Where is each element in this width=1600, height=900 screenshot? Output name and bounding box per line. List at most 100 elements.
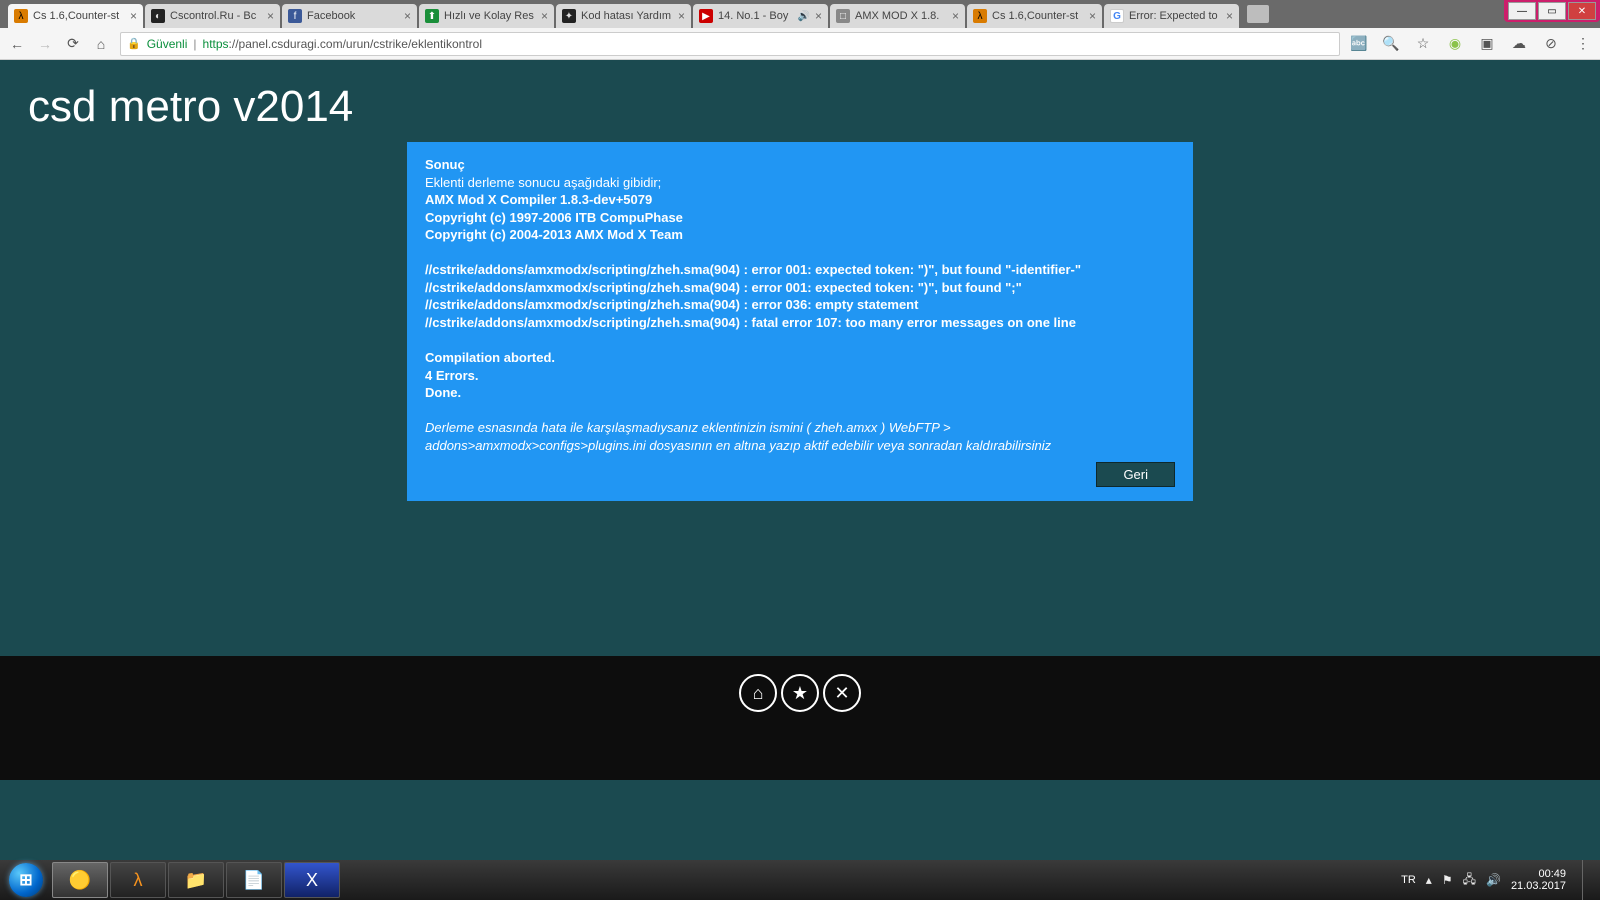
tray-volume-icon[interactable]: 🔊 [1486, 873, 1501, 887]
favicon-icon: λ [973, 9, 987, 23]
taskbar-app-amx[interactable]: X [284, 862, 340, 898]
tab-label: Kod hatası Yardım [581, 10, 673, 22]
browser-tab-strip: λ Cs 1.6,Counter-st × ◐ Cscontrol.Ru - B… [0, 0, 1600, 28]
bookmark-icon[interactable]: ☆ [1414, 35, 1432, 52]
lock-icon: 🔒 [127, 37, 141, 50]
back-icon[interactable]: ← [8, 36, 26, 52]
compile-error-line: //cstrike/addons/amxmodx/scripting/zheh.… [425, 261, 1175, 279]
new-tab-button[interactable] [1247, 5, 1269, 23]
windows-taskbar: ⊞ 🟡 λ 📁 📄 X TR ▴ ⚑ 🖧 🔊 00:49 21.03.2017 [0, 860, 1600, 900]
taskbar-app-halflife[interactable]: λ [110, 862, 166, 898]
favicon-icon: G [1110, 9, 1124, 23]
reload-icon[interactable]: ⟳ [64, 35, 82, 52]
page-footer: ⌂ ★ ✕ [0, 656, 1600, 780]
compile-done: Done. [425, 384, 1175, 402]
tab-close-icon[interactable]: × [1226, 9, 1233, 23]
extension-icon[interactable]: ◉ [1446, 35, 1464, 52]
tray-chevron-icon[interactable]: ▴ [1426, 873, 1432, 887]
home-icon[interactable]: ⌂ [92, 36, 110, 52]
tab-label: Cs 1.6,Counter-st [992, 10, 1084, 22]
compiler-version: AMX Mod X Compiler 1.8.3-dev+5079 [425, 191, 1175, 209]
tab-close-icon[interactable]: × [815, 9, 822, 23]
forward-icon: → [36, 36, 54, 52]
audio-icon[interactable]: 🔊 [798, 11, 810, 22]
tab-label: Error: Expected to [1129, 10, 1221, 22]
browser-tab[interactable]: ✦ Kod hatası Yardım × [556, 4, 691, 28]
favicon-icon: ✦ [562, 9, 576, 23]
tab-close-icon[interactable]: × [267, 9, 274, 23]
close-button[interactable]: ✕ [1568, 2, 1596, 20]
page-title: csd metro v2014 [0, 60, 1600, 142]
clock-time[interactable]: 00:49 [1538, 868, 1566, 880]
compile-aborted: Compilation aborted. [425, 349, 1175, 367]
copyright-line: Copyright (c) 1997-2006 ITB CompuPhase [425, 209, 1175, 227]
result-card: Sonuç Eklenti derleme sonucu aşağıdaki g… [407, 142, 1193, 501]
back-button[interactable]: Geri [1096, 462, 1175, 487]
error-count: 4 Errors. [425, 367, 1175, 385]
compile-error-line: //cstrike/addons/amxmodx/scripting/zheh.… [425, 314, 1175, 332]
favicon-icon: ▶ [699, 9, 713, 23]
secure-label: Güvenli [147, 37, 188, 51]
address-bar[interactable]: 🔒 Güvenli | https://panel.csduragi.com/u… [120, 32, 1340, 56]
tab-close-icon[interactable]: × [952, 9, 959, 23]
extension-icon[interactable]: ☁ [1510, 35, 1528, 52]
browser-tab[interactable]: ▶ 14. No.1 - Boy 🔊 × [693, 4, 828, 28]
favicon-icon: □ [836, 9, 850, 23]
copyright-line: Copyright (c) 2004-2013 AMX Mod X Team [425, 226, 1175, 244]
url-path: ://panel.csduragi.com/urun/cstrike/eklen… [229, 37, 482, 51]
clock-date[interactable]: 21.03.2017 [1511, 880, 1566, 892]
translate-icon[interactable]: 🔤 [1350, 35, 1368, 52]
url-separator: | [193, 37, 196, 51]
extension-icon[interactable]: ⊘ [1542, 35, 1560, 52]
browser-tab[interactable]: λ Cs 1.6,Counter-st × [967, 4, 1102, 28]
taskbar-app-notepad[interactable]: 📄 [226, 862, 282, 898]
compile-error-line: //cstrike/addons/amxmodx/scripting/zheh.… [425, 296, 1175, 314]
tab-close-icon[interactable]: × [1089, 9, 1096, 23]
window-controls: — ▭ ✕ [1504, 0, 1600, 22]
start-button[interactable]: ⊞ [2, 860, 50, 900]
footnote-text: Derleme esnasında hata ile karşılaşmadıy… [425, 419, 1175, 454]
url-scheme: https [203, 37, 229, 51]
language-indicator[interactable]: TR [1401, 874, 1416, 886]
browser-toolbar: ← → ⟳ ⌂ 🔒 Güvenli | https://panel.csdura… [0, 28, 1600, 60]
browser-tab[interactable]: ⬆ Hızlı ve Kolay Res × [419, 4, 554, 28]
tab-label: 14. No.1 - Boy [718, 10, 793, 22]
favicon-icon: λ [14, 9, 28, 23]
zoom-icon[interactable]: 🔍 [1382, 35, 1400, 52]
toolbar-right-icons: 🔤 🔍 ☆ ◉ ▣ ☁ ⊘ ⋮ [1350, 35, 1592, 52]
tab-label: AMX MOD X 1.8. [855, 10, 947, 22]
show-desktop-button[interactable] [1582, 860, 1592, 900]
result-heading: Sonuç [425, 156, 1175, 174]
result-intro: Eklenti derleme sonucu aşağıdaki gibidir… [425, 174, 1175, 192]
tab-label: Cscontrol.Ru - Bc [170, 10, 262, 22]
system-tray: TR ▴ ⚑ 🖧 🔊 00:49 21.03.2017 [1401, 860, 1598, 900]
tab-label: Facebook [307, 10, 399, 22]
tray-flag-icon[interactable]: ⚑ [1442, 873, 1453, 887]
tab-close-icon[interactable]: × [541, 9, 548, 23]
extension-icon[interactable]: ▣ [1478, 35, 1496, 52]
browser-tab[interactable]: G Error: Expected to × [1104, 4, 1239, 28]
tab-label: Cs 1.6,Counter-st [33, 10, 125, 22]
taskbar-app-explorer[interactable]: 📁 [168, 862, 224, 898]
browser-tab[interactable]: λ Cs 1.6,Counter-st × [8, 4, 143, 28]
maximize-button[interactable]: ▭ [1538, 2, 1566, 20]
taskbar-app-chrome[interactable]: 🟡 [52, 862, 108, 898]
close-circle-icon[interactable]: ✕ [823, 674, 861, 712]
favicon-icon: f [288, 9, 302, 23]
tab-close-icon[interactable]: × [130, 9, 137, 23]
star-circle-icon[interactable]: ★ [781, 674, 819, 712]
tab-close-icon[interactable]: × [404, 9, 411, 23]
browser-tab[interactable]: ◐ Cscontrol.Ru - Bc × [145, 4, 280, 28]
tab-close-icon[interactable]: × [678, 9, 685, 23]
browser-tab[interactable]: f Facebook × [282, 4, 417, 28]
minimize-button[interactable]: — [1508, 2, 1536, 20]
tray-network-icon[interactable]: 🖧 [1463, 870, 1476, 891]
favicon-icon: ◐ [151, 9, 165, 23]
windows-logo-icon: ⊞ [9, 863, 43, 897]
tab-label: Hızlı ve Kolay Res [444, 10, 536, 22]
menu-icon[interactable]: ⋮ [1574, 35, 1592, 52]
home-circle-icon[interactable]: ⌂ [739, 674, 777, 712]
compile-error-line: //cstrike/addons/amxmodx/scripting/zheh.… [425, 279, 1175, 297]
browser-tab[interactable]: □ AMX MOD X 1.8. × [830, 4, 965, 28]
favicon-icon: ⬆ [425, 9, 439, 23]
